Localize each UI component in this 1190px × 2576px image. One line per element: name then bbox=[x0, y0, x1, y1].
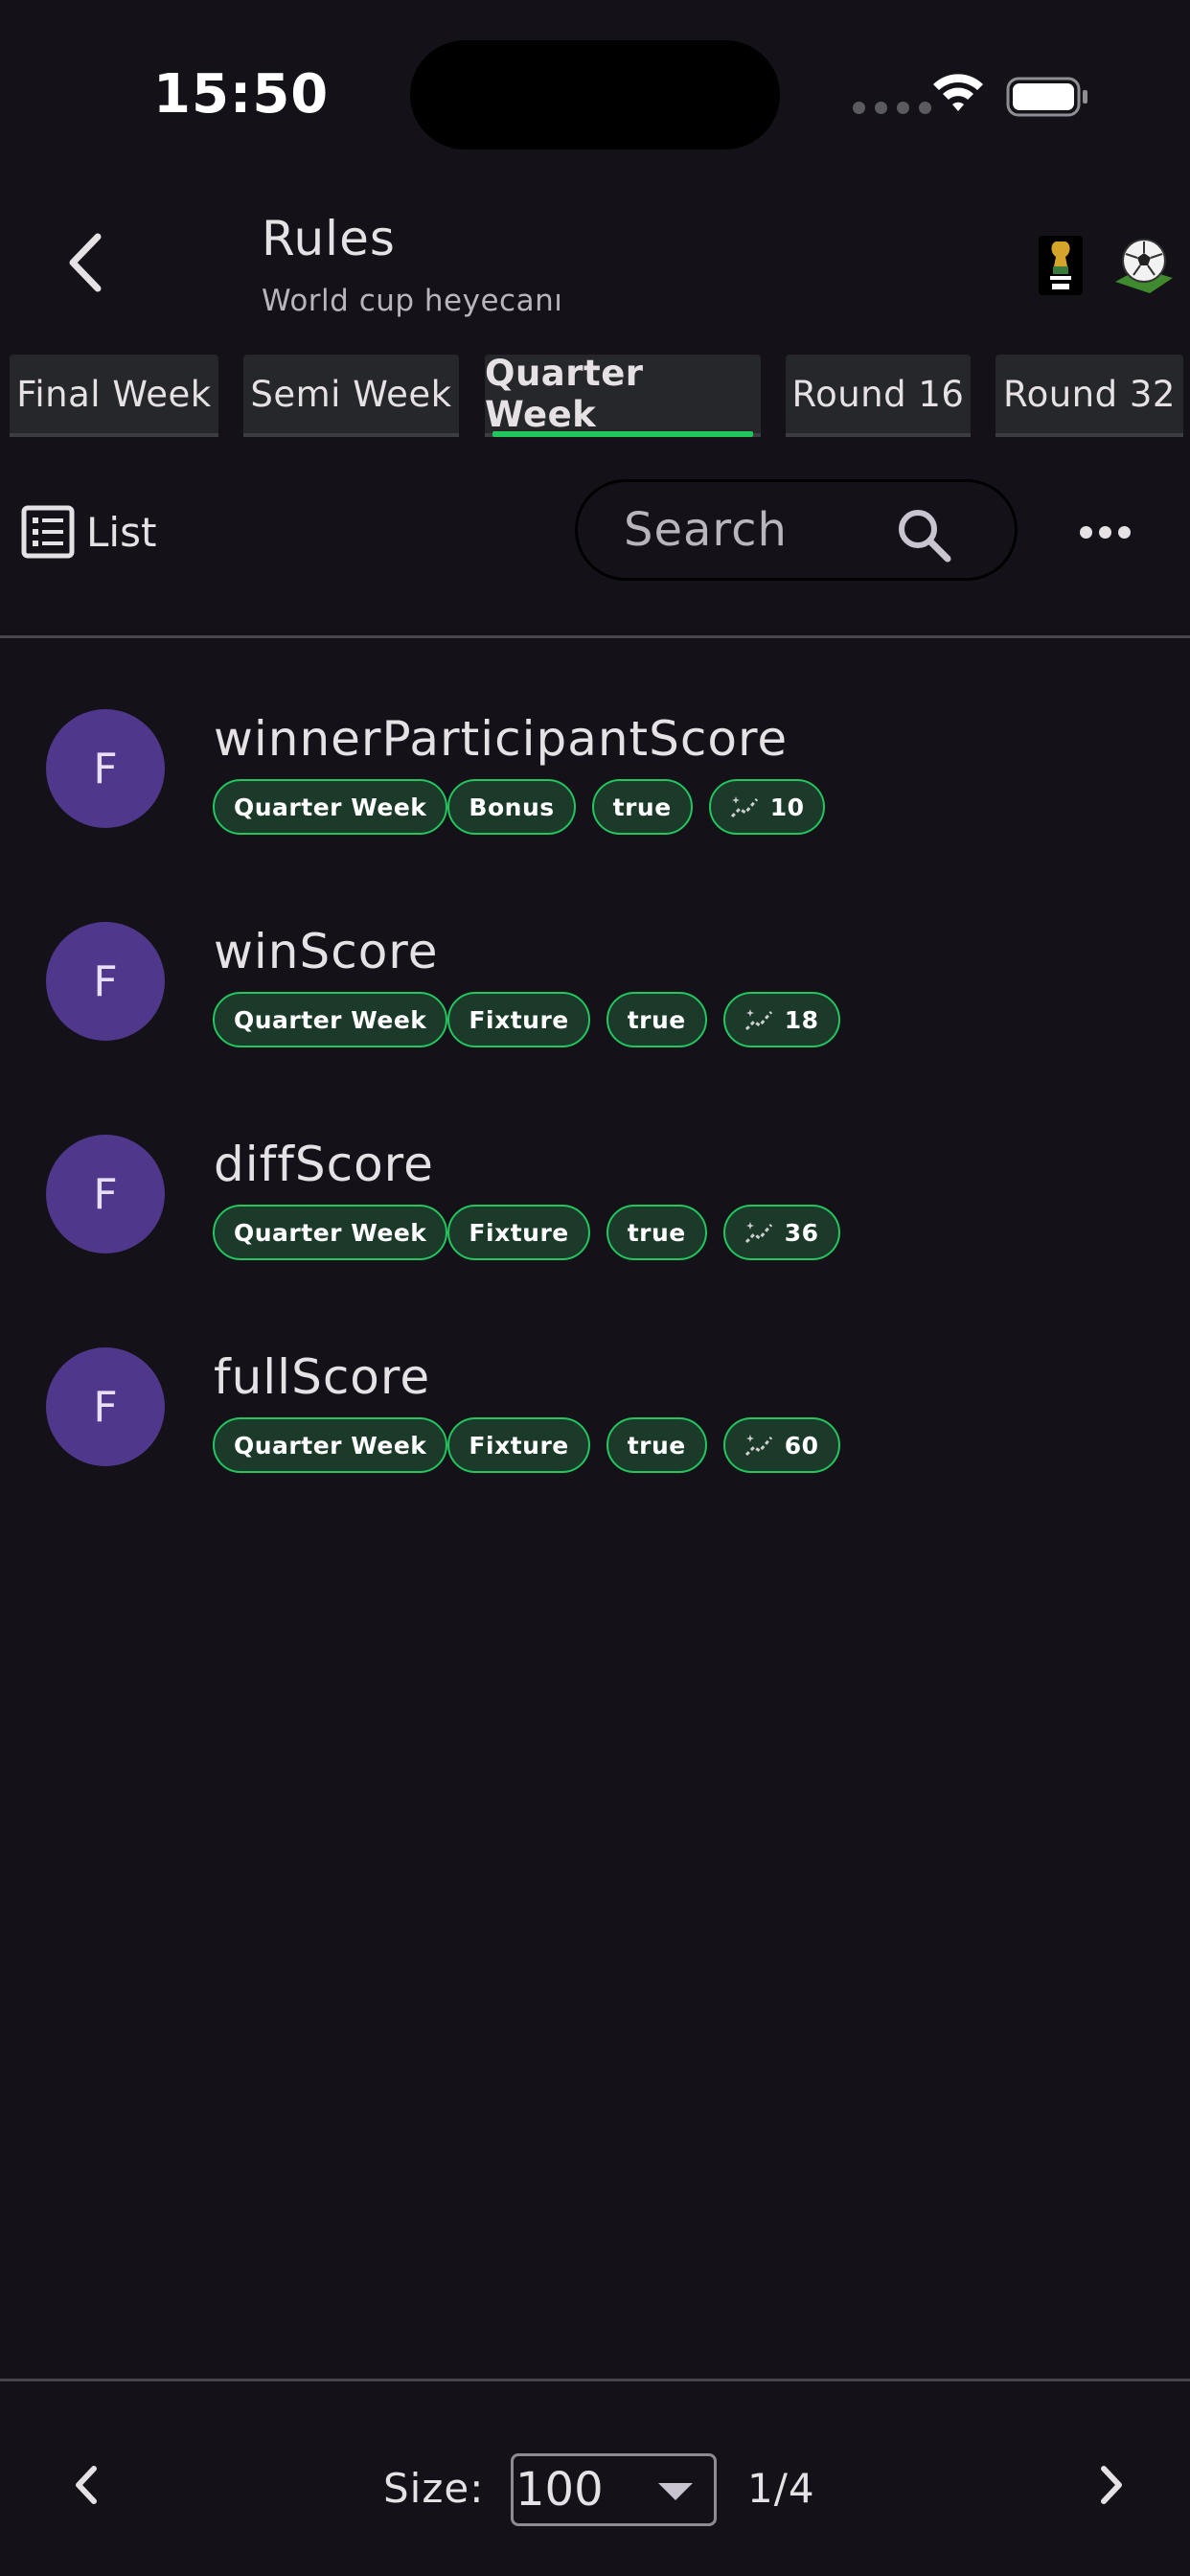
more-options-icon[interactable] bbox=[1073, 508, 1136, 556]
search-input[interactable]: Search bbox=[575, 479, 1018, 581]
divider bbox=[0, 635, 1190, 638]
tab-round-32[interactable]: Round 32 bbox=[995, 355, 1183, 437]
avatar: F bbox=[46, 922, 165, 1041]
list-view-label: List bbox=[86, 508, 157, 556]
tab-semi-week[interactable]: Semi Week bbox=[243, 355, 459, 437]
rule-chips: Quarter Week Bonus true 10 bbox=[213, 778, 826, 836]
next-page-button[interactable] bbox=[1092, 2461, 1131, 2513]
points-chip: 60 bbox=[722, 1417, 840, 1473]
list-item[interactable]: F winnerParticipantScore Quarter Week Bo… bbox=[0, 671, 1190, 862]
world-cup-logo-icon bbox=[1039, 236, 1083, 295]
chevron-left-icon bbox=[76, 2466, 97, 2504]
search-placeholder: Search bbox=[624, 503, 788, 557]
rule-chips: Quarter Week Fixture true 36 bbox=[213, 1204, 840, 1261]
battery-icon bbox=[1006, 77, 1087, 117]
chevron-right-icon bbox=[1101, 2466, 1122, 2504]
active-chip: true bbox=[606, 1417, 707, 1473]
type-chip: Fixture bbox=[447, 1417, 590, 1473]
tab-final-week[interactable]: Final Week bbox=[10, 355, 218, 437]
tab-quarter-week[interactable]: Quarter Week bbox=[485, 353, 761, 437]
list-item[interactable]: F diffScore Quarter Week Fixture true 36 bbox=[0, 1096, 1190, 1288]
week-chip: Quarter Week bbox=[213, 1205, 448, 1260]
tab-round-16[interactable]: Round 16 bbox=[786, 355, 971, 437]
rule-name: fullScore bbox=[214, 1349, 431, 1405]
wifi-icon bbox=[933, 74, 983, 111]
tab-label: Final Week bbox=[16, 373, 212, 415]
list-item[interactable]: F winScore Quarter Week Fixture true 18 bbox=[0, 884, 1190, 1075]
page-size-value: 100 bbox=[515, 2463, 604, 2517]
chevron-left-icon bbox=[69, 233, 102, 292]
week-chip: Quarter Week bbox=[213, 1417, 448, 1473]
tab-label: Quarter Week bbox=[485, 353, 644, 435]
status-bar: 15:50 bbox=[0, 0, 1190, 192]
tab-label: Round 32 bbox=[1003, 373, 1176, 415]
week-chip: Quarter Week bbox=[213, 992, 448, 1047]
tab-label: Round 16 bbox=[791, 373, 965, 415]
points-chip: 10 bbox=[708, 779, 826, 835]
list-icon bbox=[21, 505, 75, 559]
avatar: F bbox=[46, 1347, 165, 1466]
type-chip: Fixture bbox=[447, 992, 590, 1047]
points-chip: 36 bbox=[722, 1205, 840, 1260]
rule-chips: Quarter Week Fixture true 18 bbox=[213, 991, 840, 1048]
page-size-label: Size: bbox=[383, 2465, 485, 2512]
active-chip: true bbox=[606, 992, 707, 1047]
active-chip: true bbox=[591, 779, 693, 835]
week-tabs: Final Week Semi Week Quarter Week Round … bbox=[0, 353, 1190, 441]
sparkle-chart-icon bbox=[744, 1435, 772, 1457]
tab-selected-indicator bbox=[492, 431, 753, 437]
active-chip: true bbox=[606, 1205, 707, 1260]
tab-label: Semi Week bbox=[250, 373, 452, 415]
dynamic-island bbox=[410, 40, 780, 150]
app-bar: Rules World cup heyecanı bbox=[0, 192, 1190, 335]
sparkle-chart-icon bbox=[744, 1009, 772, 1031]
page-title: Rules bbox=[262, 211, 396, 266]
rule-name: winnerParticipantScore bbox=[214, 711, 789, 767]
list-view-button[interactable]: List bbox=[21, 500, 156, 564]
list-item[interactable]: F fullScore Quarter Week Fixture true 60 bbox=[0, 1309, 1190, 1501]
avatar: F bbox=[46, 709, 165, 828]
rule-name: diffScore bbox=[214, 1137, 434, 1192]
type-chip: Fixture bbox=[447, 1205, 590, 1260]
rule-name: winScore bbox=[214, 924, 439, 979]
type-chip: Bonus bbox=[447, 779, 576, 835]
pagination-bar: Size: 100 1/4 bbox=[0, 2380, 1190, 2576]
back-button[interactable] bbox=[54, 224, 115, 301]
status-time: 15:50 bbox=[153, 63, 330, 126]
search-icon[interactable] bbox=[896, 507, 951, 563]
toolbar: List Search bbox=[0, 470, 1190, 594]
page-subtitle: World cup heyecanı bbox=[262, 284, 563, 318]
signal-icon bbox=[853, 102, 931, 114]
sparkle-chart-icon bbox=[730, 796, 758, 818]
week-chip: Quarter Week bbox=[213, 779, 448, 835]
sparkle-chart-icon bbox=[744, 1222, 772, 1244]
page-indicator: 1/4 bbox=[747, 2465, 815, 2512]
avatar: F bbox=[46, 1135, 165, 1254]
previous-page-button[interactable] bbox=[67, 2461, 105, 2513]
rule-chips: Quarter Week Fixture true 60 bbox=[213, 1416, 840, 1474]
dropdown-caret-icon bbox=[658, 2483, 693, 2500]
page-size-select[interactable]: 100 bbox=[511, 2453, 717, 2526]
points-chip: 18 bbox=[722, 992, 840, 1047]
soccer-ball-icon bbox=[1115, 239, 1173, 293]
